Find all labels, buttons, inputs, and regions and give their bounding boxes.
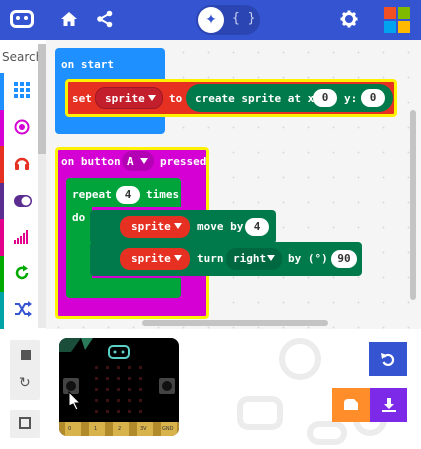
screenshot-icon [19,417,31,429]
on-button-label: on button [61,155,121,168]
headphones-icon [14,157,30,170]
pin-label-3v: 3V [140,426,147,432]
y-label: y: [344,92,358,105]
microbit-simulator[interactable] [59,338,179,436]
do-label: do [72,211,86,224]
dropdown-arrow-icon [174,255,182,261]
dropdown-arrow-icon [267,255,275,261]
category-loops[interactable] [0,255,38,292]
pin-labels: 0 1 2 3V GND [59,426,179,436]
move-value-input[interactable]: 4 [245,218,269,236]
pressed-label: pressed [160,155,207,168]
create-sprite-label: create sprite at x: [195,92,321,105]
usb-icon [344,399,358,410]
on-start-label: on start [61,58,114,71]
times-label: times [146,188,180,201]
editor-toggle[interactable]: ✦ { } [196,5,260,35]
pin-label-0: 0 [68,426,72,432]
y-value-input[interactable]: 0 [361,89,385,107]
screenshot-button[interactable] [10,410,40,438]
share-icon[interactable] [96,10,114,28]
dropdown-arrow-icon [174,223,182,229]
undo-icon [381,353,395,367]
repeat-label: repeat [72,188,112,201]
pin-label-1: 1 [94,426,98,432]
simulator-controls [10,340,40,400]
turn-label: turn [197,252,224,265]
microsoft-logo-icon[interactable] [384,7,410,33]
turn-value-input[interactable]: 90 [331,250,357,268]
shuffle-icon [15,301,32,317]
repeat-count-input[interactable]: 4 [116,186,140,204]
gear-icon[interactable] [340,10,358,28]
button-dropdown-label: A [127,155,134,168]
microbit-board-icon [59,338,179,436]
category-radio[interactable] [0,219,38,256]
turn-direction-label: right [233,252,267,265]
signal-icon [14,230,28,244]
set-label: set [72,92,92,105]
category-led[interactable] [0,182,38,219]
to-label: to [169,92,183,105]
download-icon [382,398,396,412]
toolbox-search-input[interactable]: Search... [0,44,38,70]
download-button[interactable] [370,388,407,422]
target-icon [14,119,30,134]
pin-label-2: 2 [118,426,122,432]
puzzle-icon: ✦ [205,12,217,28]
turn-by-label: by (°) [288,252,328,265]
x-value-input[interactable]: 0 [313,89,337,107]
toolbox-scrollbar[interactable] [38,44,46,328]
microbit-logo-icon[interactable] [10,10,34,28]
undo-button[interactable] [369,342,407,376]
category-basic[interactable] [0,73,38,110]
sprite-variable-label: sprite [105,92,145,105]
restart-icon[interactable]: ↻ [19,375,31,391]
category-logic[interactable] [0,292,38,329]
pin-label-gnd: GND [162,426,174,432]
javascript-toggle-option[interactable]: { } [232,11,255,26]
workspace-horizontal-scrollbar[interactable] [142,320,328,326]
workspace-vertical-scrollbar[interactable] [410,110,416,300]
toolbox-categories [0,73,38,329]
toggle-icon [14,194,32,207]
header-bar: ✦ { } [0,0,421,40]
dropdown-arrow-icon [148,95,156,101]
blocks-toggle-option[interactable]: ✦ [198,7,224,33]
turn-sprite-label: sprite [131,252,171,265]
pair-device-button[interactable] [332,388,370,422]
dropdown-arrow-icon [140,158,148,164]
category-input[interactable] [0,109,38,146]
loop-icon [15,264,29,279]
move-by-label: move by [197,220,244,233]
move-sprite-label: sprite [131,220,171,233]
home-icon[interactable] [60,10,78,28]
stop-icon[interactable] [21,350,31,360]
grid-icon [14,82,30,98]
category-music[interactable] [0,146,38,183]
